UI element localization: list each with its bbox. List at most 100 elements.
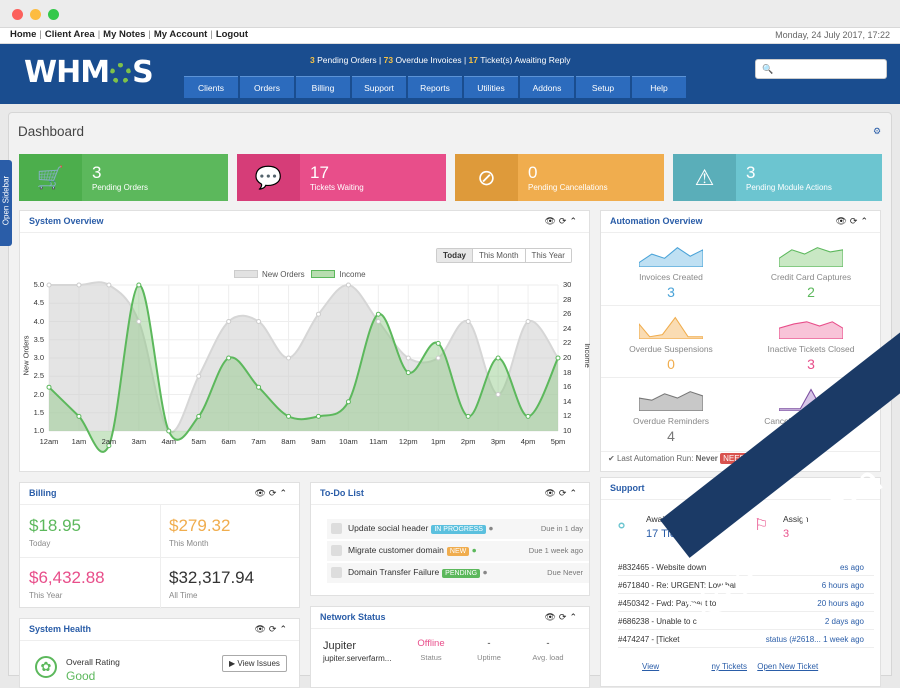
billing-panel: Billing 👁⟳⌃ $18.95 Today $279.32 This Mont… bbox=[19, 482, 300, 609]
ticket-row[interactable]: #671840 - Re: URGENT: Low bal 6 hours ago bbox=[618, 578, 874, 594]
ticket-subject[interactable]: #450342 - Fwd: Payment to bbox=[618, 599, 716, 608]
menu-clients[interactable]: Clients bbox=[184, 76, 238, 98]
point-income bbox=[495, 355, 501, 361]
automation-value: 3 bbox=[667, 284, 675, 300]
view-issues-button[interactable]: ▶ View Issues bbox=[222, 655, 287, 672]
needs-attention-badge: NEEDS ATTENTION bbox=[720, 453, 801, 464]
automation-cell[interactable]: Overdue Reminders 4 bbox=[601, 383, 741, 444]
point-new-orders bbox=[315, 311, 321, 317]
todo-item[interactable]: Update social header IN PROGRESS ● Due in… bbox=[327, 519, 589, 539]
status-label: Status bbox=[420, 653, 442, 662]
stat-pending-orders[interactable]: 🛒 3 Pending Orders bbox=[19, 154, 228, 201]
billing-value: $32,317.94 bbox=[169, 568, 255, 587]
todo-checkbox[interactable] bbox=[331, 523, 342, 534]
todo-checkbox[interactable] bbox=[331, 545, 342, 556]
refresh-icon[interactable]: ⟳ bbox=[559, 612, 570, 622]
point-new-orders bbox=[375, 319, 381, 324]
ticket-row[interactable]: #474247 - [Ticket status (#2618... 1 week… bbox=[618, 632, 874, 648]
todo-item[interactable]: Migrate customer domain NEW ● Due 1 week … bbox=[327, 541, 589, 561]
sparkline bbox=[778, 247, 844, 268]
refresh-icon[interactable]: ⟳ bbox=[269, 624, 280, 634]
todo-checkbox[interactable] bbox=[331, 567, 342, 578]
header-belt bbox=[0, 100, 900, 104]
automation-cell[interactable]: Invoices Created 3 bbox=[601, 239, 741, 300]
automation-cell[interactable]: Credit Card Captures 2 bbox=[741, 239, 881, 300]
billing-label: All Time bbox=[169, 591, 198, 600]
menu-support[interactable]: Support bbox=[352, 76, 406, 98]
view-link[interactable]: View bbox=[642, 662, 659, 671]
collapse-icon[interactable]: ⌃ bbox=[569, 488, 580, 498]
nav-home[interactable]: Home bbox=[10, 29, 36, 40]
eye-icon[interactable]: 👁 bbox=[254, 488, 268, 498]
assigned-value[interactable]: 3 bbox=[783, 528, 789, 540]
my-tickets-link[interactable]: ny Tickets bbox=[711, 662, 747, 671]
cart-icon: 🛒 bbox=[19, 154, 82, 201]
ticket-row[interactable]: #686238 - Unable to c 2 days ago bbox=[618, 614, 874, 630]
collapse-icon[interactable]: ⌃ bbox=[569, 612, 580, 622]
open-sidebar-tab[interactable]: Open Sidebar bbox=[0, 160, 12, 246]
ticket-row[interactable]: #450342 - Fwd: Payment to 20 hours ago bbox=[618, 596, 874, 612]
server-status: Offline bbox=[417, 638, 445, 649]
automation-cell[interactable]: Inactive Tickets Closed 3 bbox=[741, 311, 881, 372]
ticket-row[interactable]: #832465 - Website down es ago bbox=[618, 560, 874, 576]
eye-icon[interactable]: 👁 bbox=[835, 216, 849, 226]
refresh-icon[interactable]: ⟳ bbox=[850, 216, 861, 226]
view-issues-label: View Issues bbox=[237, 659, 280, 668]
stat-pending-cancellations[interactable]: ⊘ 0 Pending Cancellations bbox=[455, 154, 664, 201]
collapse-icon[interactable]: ⌃ bbox=[279, 488, 290, 498]
automation-label: Inactive Tickets Closed bbox=[767, 344, 855, 354]
nav-client-area[interactable]: Client Area bbox=[45, 29, 95, 40]
tickets-awaiting-count[interactable]: 17 bbox=[469, 55, 478, 65]
search-input[interactable]: 🔍 bbox=[755, 59, 887, 79]
ticket-subject[interactable]: #671840 - Re: URGENT: Low bal bbox=[618, 581, 736, 590]
maximize-window-icon[interactable] bbox=[48, 9, 59, 20]
open-new-ticket-link[interactable]: Open New Ticket bbox=[757, 662, 818, 671]
menu-addons[interactable]: Addons bbox=[520, 76, 574, 98]
point-new-orders bbox=[256, 319, 262, 324]
stat-pending-module-actions[interactable]: ⚠ 3 Pending Module Actions bbox=[673, 154, 882, 201]
menu-orders[interactable]: Orders bbox=[240, 76, 294, 98]
eye-icon[interactable]: 👁 bbox=[544, 612, 558, 622]
eye-icon[interactable]: 👁 bbox=[544, 488, 558, 498]
sparkline bbox=[638, 391, 704, 412]
refresh-icon[interactable]: ⟳ bbox=[559, 488, 570, 498]
pending-orders-link[interactable]: Pending Orders bbox=[317, 55, 377, 65]
menu-setup[interactable]: Setup bbox=[576, 76, 630, 98]
stat-tickets-waiting[interactable]: 💬 17 Tickets Waiting bbox=[237, 154, 446, 201]
overdue-invoices-count[interactable]: 73 bbox=[384, 55, 393, 65]
y-right-tick-label: 12 bbox=[563, 411, 572, 421]
ticket-subject[interactable]: #474247 - [Ticket bbox=[618, 635, 680, 644]
automation-value: 0 bbox=[667, 356, 675, 372]
awaiting-reply-value[interactable]: 17 Tickets bbox=[646, 528, 696, 540]
ticket-subject[interactable]: #686238 - Unable to c bbox=[618, 617, 697, 626]
menu-utilities[interactable]: Utilities bbox=[464, 76, 518, 98]
point-income bbox=[226, 355, 232, 361]
pending-orders-count[interactable]: 3 bbox=[310, 55, 315, 65]
nav-my-account[interactable]: My Account bbox=[154, 29, 207, 40]
automation-cell[interactable]: Cancellations Processed 0 bbox=[741, 383, 881, 444]
close-window-icon[interactable] bbox=[12, 9, 23, 20]
x-tick-label: 8am bbox=[281, 437, 296, 446]
y-tick-label: 1.0 bbox=[33, 426, 44, 435]
ticket-subject[interactable]: #832465 - Website down bbox=[618, 563, 706, 572]
eye-icon[interactable]: 👁 bbox=[254, 624, 268, 634]
y-right-axis-label: Income bbox=[582, 343, 592, 368]
logo[interactable]: WHM S bbox=[24, 55, 154, 90]
nav-logout[interactable]: Logout bbox=[216, 29, 248, 40]
refresh-icon[interactable]: ⟳ bbox=[269, 488, 280, 498]
collapse-icon[interactable]: ⌃ bbox=[279, 624, 290, 634]
point-new-orders bbox=[405, 355, 411, 361]
stat-value: 3 bbox=[746, 163, 756, 182]
menu-billing[interactable]: Billing bbox=[296, 76, 350, 98]
collapse-icon[interactable]: ⌃ bbox=[860, 216, 871, 226]
x-tick-label: 3am bbox=[131, 437, 147, 446]
nav-my-notes[interactable]: My Notes bbox=[103, 29, 145, 40]
minimize-window-icon[interactable] bbox=[30, 9, 41, 20]
automation-cell[interactable]: Overdue Suspensions 0 bbox=[601, 311, 741, 372]
menu-help[interactable]: Help bbox=[632, 76, 686, 98]
menu-reports[interactable]: Reports bbox=[408, 76, 462, 98]
overdue-invoices-link[interactable]: Overdue Invoices bbox=[395, 55, 461, 65]
todo-item[interactable]: Domain Transfer Failure PENDING ● Due Nev… bbox=[327, 563, 589, 583]
settings-gear-icon[interactable]: ⚙ bbox=[873, 126, 881, 137]
tickets-awaiting-link[interactable]: Ticket(s) Awaiting Reply bbox=[480, 55, 570, 65]
